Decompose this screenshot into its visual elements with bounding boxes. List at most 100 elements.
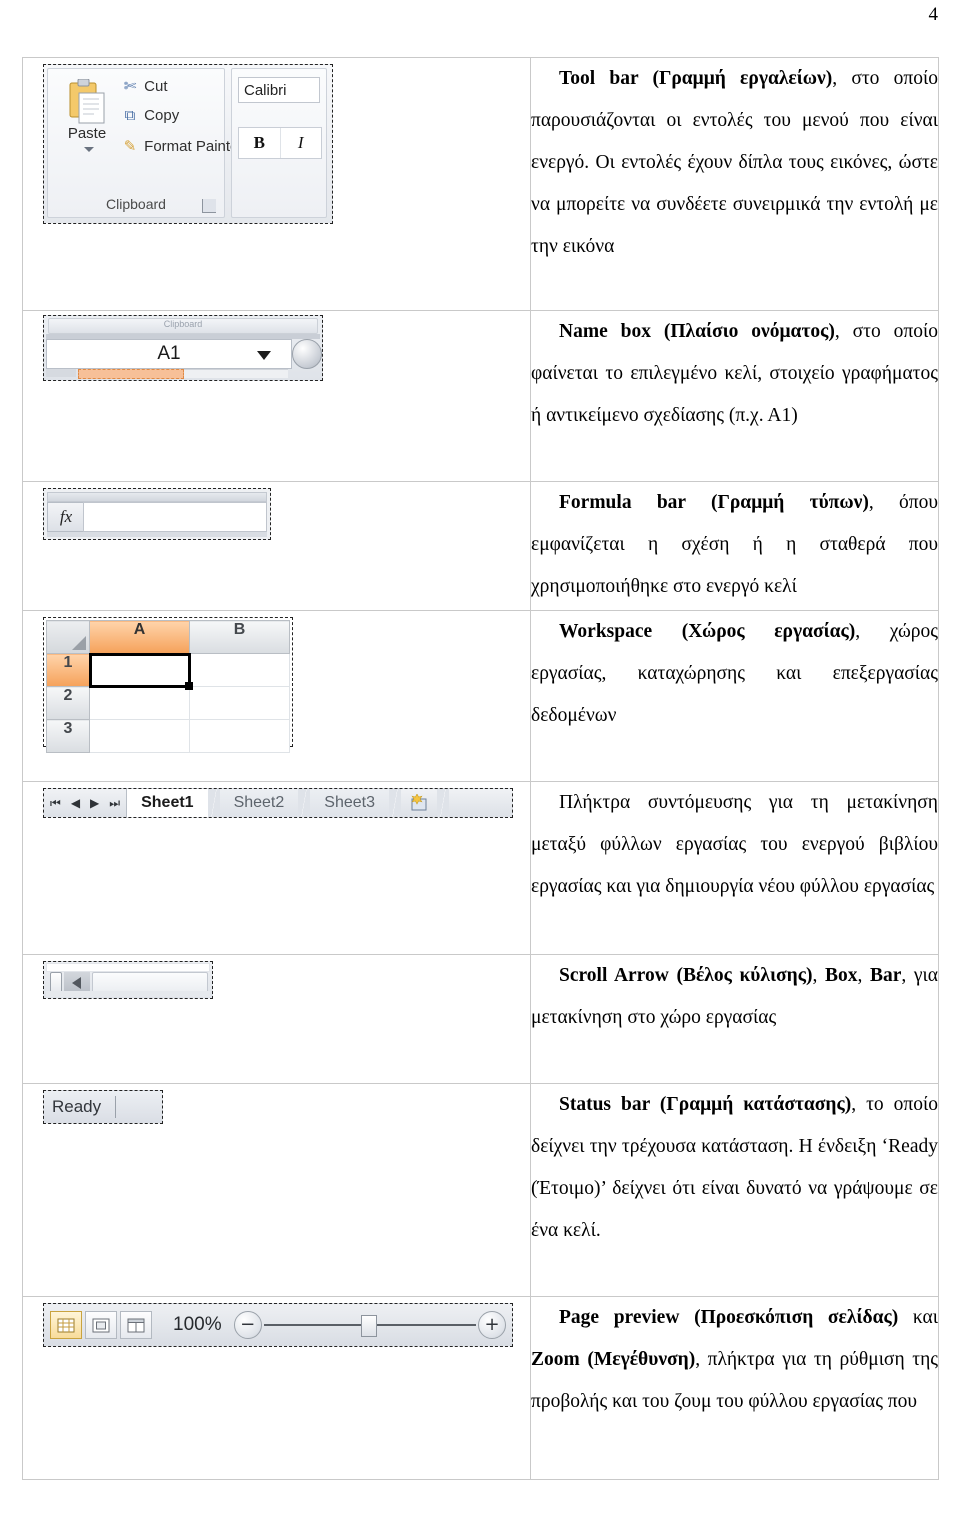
copy-icon: ⧉ (124, 107, 136, 124)
previous-sheet-icon[interactable]: ◀ (71, 796, 80, 810)
paste-label: Paste (67, 125, 107, 142)
cell-a2[interactable] (89, 686, 190, 720)
zoom-slider-handle[interactable] (361, 1315, 378, 1337)
cut-label: Cut (144, 78, 168, 95)
term-status-bar: Status bar (Γραμμή κατάστασης) (559, 1094, 852, 1115)
cell-a1[interactable] (88, 652, 194, 691)
formula-bar-screenshot-cell: fx (22, 481, 531, 611)
paste-dropdown-caret-icon[interactable] (84, 147, 94, 152)
minus-icon: − (240, 1314, 256, 1335)
new-sheet-icon (411, 794, 427, 811)
scrollbar-bottom-edge (46, 991, 210, 997)
row-header-1[interactable]: 1 (46, 653, 90, 687)
term-workspace: Workspace (Χώρος εργασίας) (559, 621, 856, 642)
excel-zoom-bar: 100% − + (43, 1303, 513, 1347)
row-header-2[interactable]: 2 (46, 686, 90, 720)
column-header-a[interactable]: A (89, 620, 190, 654)
paintbrush-icon: ✎ (123, 138, 137, 155)
cell-a3[interactable] (89, 719, 190, 753)
desc-status-bar: , το οποίο δείχνει την τρέχουσα κατάστασ… (531, 1094, 938, 1241)
text-cell-status-bar: Status bar (Γραμμή κατάστασης), το οποίο… (530, 1083, 939, 1297)
italic-button[interactable]: I (281, 128, 322, 158)
tab-separator (437, 789, 449, 817)
new-sheet-button[interactable] (401, 794, 437, 812)
font-name-input[interactable]: Calibri (238, 77, 320, 103)
zoom-in-button[interactable]: + (478, 1311, 506, 1339)
column-header-b[interactable]: B (189, 620, 290, 654)
sheet-tab-sheet3[interactable]: Sheet3 (310, 789, 389, 817)
name-box-screenshot-cell: Clipboard A1 (22, 310, 531, 482)
sheet-tabs-screenshot-cell: ⏮ ◀ ▶ ⏭ Sheet1 Sheet2 Sheet3 (22, 781, 531, 955)
clipboard-group-label: Clipboard (106, 196, 166, 212)
tab-separator (389, 789, 401, 817)
term-page-preview: Page preview (Προεσκόπιση σελίδας) (559, 1307, 899, 1328)
cell-b2[interactable] (189, 686, 290, 720)
chevron-down-icon[interactable] (257, 351, 271, 360)
tab-separator (207, 789, 220, 817)
column-header-grey-right (184, 369, 288, 378)
excel-ribbon-clipboard-font: Paste ✄ Cut ⧉ Copy ✎ Format Painter Clip… (43, 64, 333, 224)
formula-input[interactable] (83, 502, 267, 532)
excel-horizontal-scrollbar (43, 961, 213, 999)
scrollbar-top-edge (46, 963, 210, 972)
text-cell-toolbar: Tool bar (Γραμμή εργαλείων), στο οποίο π… (530, 57, 939, 311)
select-all-corner[interactable] (46, 620, 90, 654)
table-row: Ready Status bar (Γραμμή κατάστασης), το… (22, 1083, 939, 1297)
page-number: 4 (928, 4, 939, 25)
bold-button[interactable]: B (239, 128, 281, 158)
page-break-preview-icon (127, 1318, 145, 1332)
last-sheet-icon[interactable]: ⏭ (109, 796, 120, 811)
excel-formula-bar: fx (43, 488, 271, 540)
fx-label: fx (59, 507, 73, 526)
copy-label: Copy (144, 107, 180, 124)
sheet-tab-sheet2[interactable]: Sheet2 (219, 789, 299, 817)
name-box-input[interactable]: A1 (46, 339, 292, 369)
term-scroll-arrow: Scroll Arrow (Βέλος κύλισης) (559, 965, 813, 986)
status-text: Ready (52, 1097, 102, 1116)
next-sheet-icon[interactable]: ▶ (90, 796, 99, 810)
excel-name-box: Clipboard A1 (43, 315, 323, 381)
cell-b1[interactable] (189, 653, 290, 687)
clipboard-group: Paste ✄ Cut ⧉ Copy ✎ Format Painter Clip… (47, 68, 243, 218)
normal-view-icon (57, 1318, 75, 1332)
text-cell-name-box: Name box (Πλαίσιο ονόματος), στο οποίο φ… (530, 310, 939, 482)
scroll-left-arrow-icon (72, 977, 81, 989)
table-row: Clipboard A1 Name box (Πλαίσιο ονόματος)… (22, 310, 939, 482)
desc-tool-bar: , στο οποίο παρουσιάζονται οι εντολές το… (531, 68, 938, 257)
normal-view-button[interactable] (50, 1311, 82, 1339)
excel-worksheet-grid: A B 1 2 3 (43, 617, 293, 753)
font-group: Calibri B I (231, 68, 327, 218)
format-painter-command[interactable]: ✎ Format Painter (120, 137, 244, 155)
name-box-top-strip: Clipboard (48, 318, 318, 334)
term-bar: Bar (870, 965, 902, 986)
page-layout-view-button[interactable] (85, 1311, 117, 1339)
term-name-box: Name box (Πλαίσιο ονόματος) (559, 321, 835, 342)
page-break-preview-button[interactable] (120, 1311, 152, 1339)
table-row: ⏮ ◀ ▶ ⏭ Sheet1 Sheet2 Sheet3 Πλήκτρα συν… (22, 781, 939, 955)
zoom-level-label: 100% (173, 1314, 222, 1335)
row-header-3[interactable]: 3 (46, 719, 90, 753)
zoom-out-button[interactable]: − (233, 1311, 262, 1339)
text-cell-formula-bar: Formula bar (Γραμμή τύπων), όπου εμφανίζ… (530, 481, 939, 611)
term-zoom: Zoom (Μεγέθυνση) (531, 1349, 696, 1370)
first-sheet-icon[interactable]: ⏮ (50, 796, 61, 811)
zoom-slider-track[interactable] (263, 1315, 476, 1337)
insert-function-icon[interactable]: fx (47, 502, 85, 532)
excel-sheet-tabs: ⏮ ◀ ▶ ⏭ Sheet1 Sheet2 Sheet3 (43, 788, 513, 818)
name-box-knob[interactable] (292, 339, 322, 369)
excel-status-bar: Ready (43, 1090, 163, 1124)
table-row: fx Formula bar (Γραμμή τύπων), όπου εμφα… (22, 481, 939, 611)
sep-kai: και (898, 1307, 938, 1328)
sheet-tab-sheet1[interactable]: Sheet1 (127, 789, 208, 817)
dialog-launcher-icon[interactable] (202, 199, 216, 213)
table-row: A B 1 2 3 Workspace (Χώρος εργασίας), χώ… (22, 610, 939, 782)
italic-label: I (297, 133, 304, 152)
copy-command[interactable]: ⧉ Copy (120, 107, 180, 124)
worksheet-screenshot-cell: A B 1 2 3 (22, 610, 531, 782)
paste-icon (69, 79, 105, 124)
cut-command[interactable]: ✄ Cut (120, 77, 168, 95)
cell-b3[interactable] (189, 719, 290, 753)
text-cell-scroll: Scroll Arrow (Βέλος κύλισης), Box, Bar, … (530, 954, 939, 1084)
desc-sheet-shortcuts: Πλήκτρα συντόμευσης για τη μετακίνηση με… (531, 792, 938, 897)
column-header-selected (78, 369, 184, 379)
